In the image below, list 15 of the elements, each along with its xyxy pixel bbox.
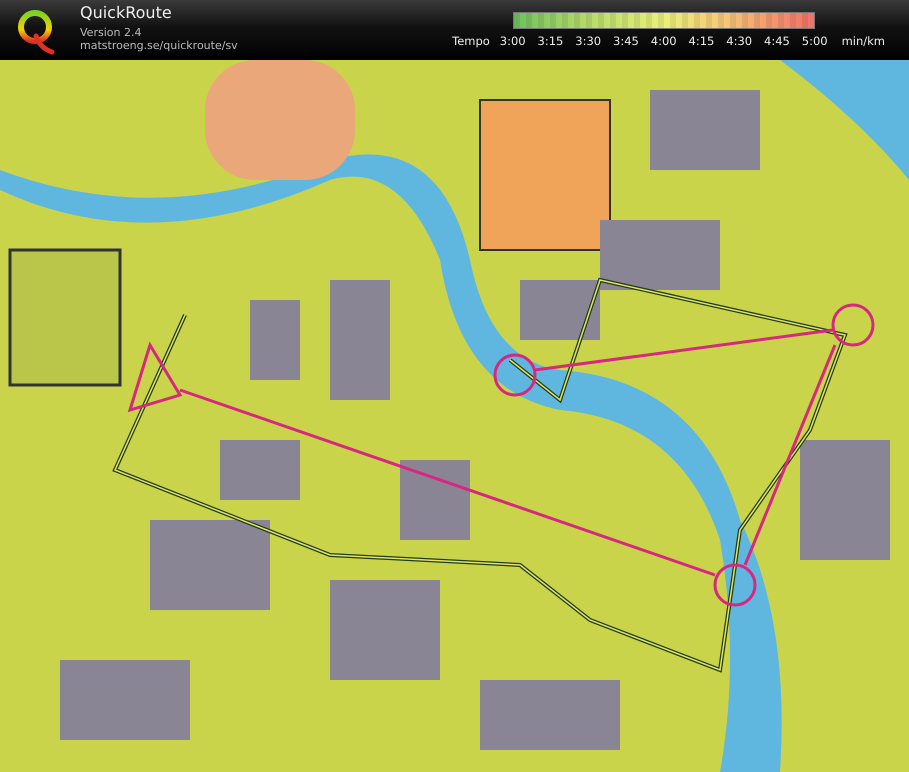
tempo-tick-label: 3:30 bbox=[574, 33, 602, 50]
version-text: Version 2.4 bbox=[80, 26, 142, 39]
website-url: matstroeng.se/quickroute/sv bbox=[80, 38, 238, 52]
tempo-tick-label: 4:00 bbox=[650, 33, 678, 50]
tempo-tick-label: 4:45 bbox=[763, 33, 791, 50]
tempo-label: Tempo bbox=[452, 33, 490, 50]
app-title: QuickRoute bbox=[80, 4, 173, 22]
tempo-tick-label: 4:15 bbox=[688, 33, 716, 50]
logo-icon bbox=[16, 8, 56, 56]
tempo-tick-label: 5:00 bbox=[800, 33, 829, 50]
tempo-tick-label: 3:45 bbox=[612, 33, 640, 50]
tempo-tick-label: 4:30 bbox=[725, 33, 754, 50]
unit-label: min/km bbox=[842, 33, 885, 50]
tempo-tick-label: 3:15 bbox=[536, 33, 564, 50]
tempo-tick-label: 3:00 bbox=[498, 33, 527, 50]
